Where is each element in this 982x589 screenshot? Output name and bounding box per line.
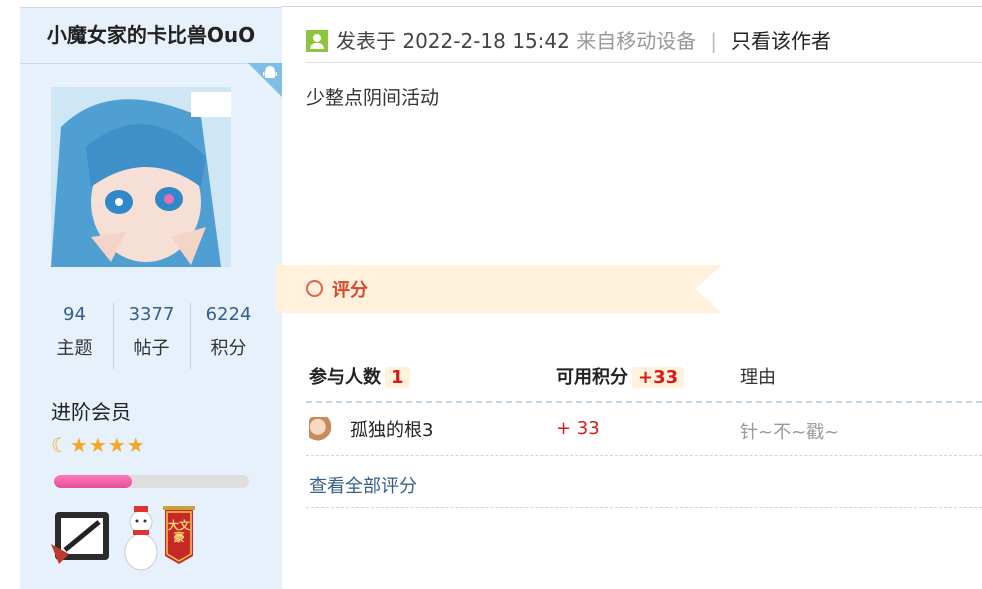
post-meta: 发表于 2022-2-18 15:42 来自移动设备 | 只看该作者 xyxy=(306,27,831,55)
stat-topics-value: 94 xyxy=(63,304,86,325)
rating-circle-icon xyxy=(306,280,323,297)
user-sidebar: 小魔女家的卡比兽OuO 94 主题 3377 帖子 6224 积分 进阶会员 ☾… xyxy=(20,7,282,589)
member-level[interactable]: 进阶会员 xyxy=(51,396,131,425)
rater-name[interactable]: 孤独的根3 xyxy=(350,416,433,442)
android-icon xyxy=(263,66,277,78)
level-progress-fill xyxy=(54,475,132,488)
divider xyxy=(306,455,982,456)
moon-icon: ☾ xyxy=(51,433,69,457)
rating-participants[interactable]: 参与人数 1 xyxy=(309,363,410,389)
rating-title: 评分 xyxy=(332,280,368,301)
post-datetime: 2022-2-18 15:42 xyxy=(402,29,570,53)
post-content: 少整点阴间活动 xyxy=(306,87,440,109)
post-prefix: 发表于 xyxy=(336,29,396,53)
stat-points-value: 6224 xyxy=(205,304,252,325)
avatar[interactable] xyxy=(51,87,231,267)
level-progress-bar xyxy=(54,475,249,488)
view-all-ratings-link[interactable]: 查看全部评分 xyxy=(309,472,417,498)
divider xyxy=(20,63,282,64)
divider xyxy=(306,62,982,63)
star-icon: ★ xyxy=(107,433,126,457)
points-label: 可用积分 xyxy=(556,367,628,388)
medal-banner-text: 大文豪 xyxy=(168,519,190,544)
user-online-icon xyxy=(306,30,328,52)
participants-count: 1 xyxy=(385,367,410,388)
level-stars: ☾★★★★ xyxy=(51,433,146,457)
divider xyxy=(306,507,982,508)
medal-snowman-icon[interactable] xyxy=(121,504,161,574)
stat-topics[interactable]: 94 主题 xyxy=(36,301,113,371)
post-main: 发表于 2022-2-18 15:42 来自移动设备 | 只看该作者 少整点阴间活动… xyxy=(276,6,982,588)
stat-posts-value: 3377 xyxy=(128,304,175,325)
star-icon: ★ xyxy=(69,433,88,457)
points-total: +33 xyxy=(632,367,685,388)
reason-header: 理由 xyxy=(740,367,776,388)
user-stats: 94 主题 3377 帖子 6224 积分 xyxy=(20,301,282,371)
stat-points[interactable]: 6224 积分 xyxy=(190,301,267,371)
only-author-link[interactable]: 只看该作者 xyxy=(731,29,831,53)
stat-topics-label: 主题 xyxy=(56,338,93,359)
rater-avatar-icon[interactable] xyxy=(309,417,331,445)
participants-label: 参与人数 xyxy=(309,367,381,388)
divider xyxy=(282,6,982,7)
rater-score: + 33 xyxy=(556,418,600,439)
stat-posts-label: 帖子 xyxy=(133,338,170,359)
star-icon: ★ xyxy=(88,433,107,457)
stat-posts[interactable]: 3377 帖子 xyxy=(113,301,190,371)
avatar-illustration xyxy=(51,87,231,267)
rating-points: 可用积分 +33 xyxy=(556,363,685,389)
stat-points-label: 积分 xyxy=(210,338,247,359)
rater-reason: 针~不~戳~ xyxy=(740,422,840,443)
star-icon: ★ xyxy=(126,433,145,457)
separator: | xyxy=(710,29,717,53)
post-source[interactable]: 来自移动设备 xyxy=(576,29,696,53)
medal-ink-icon[interactable] xyxy=(51,504,115,568)
divider xyxy=(306,401,982,403)
username[interactable]: 小魔女家的卡比兽OuO xyxy=(20,8,282,63)
